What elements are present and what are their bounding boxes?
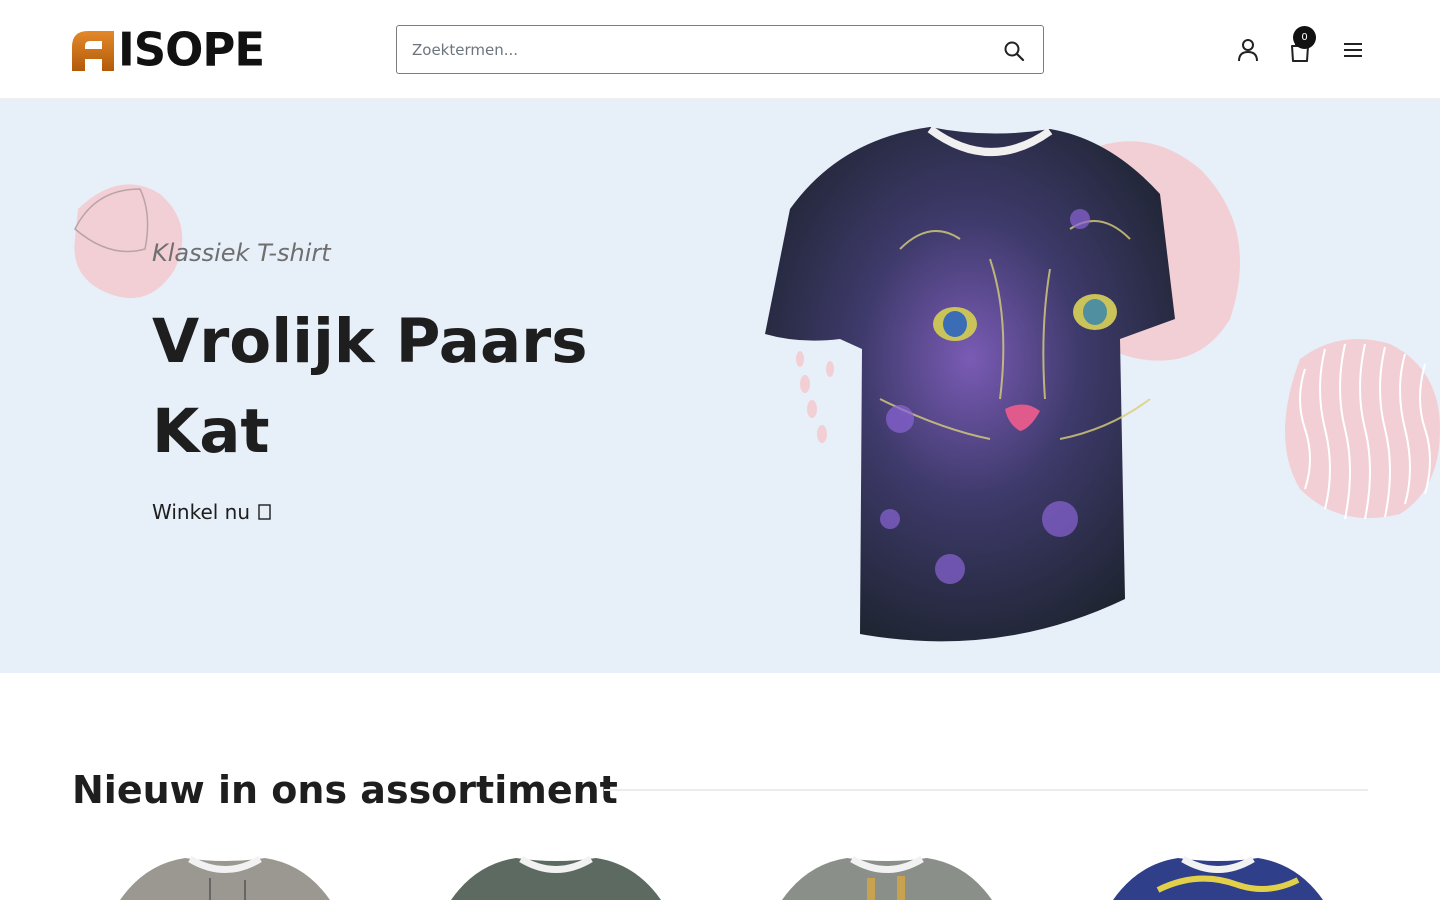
product-image (451, 855, 661, 900)
arrow-right-icon (258, 504, 271, 520)
menu-icon (1344, 43, 1362, 57)
product-card[interactable] (1098, 850, 1338, 900)
product-image (1113, 855, 1323, 900)
site-header: ISOPE 0 (0, 0, 1440, 99)
search-button[interactable] (1001, 38, 1027, 64)
section-title: Nieuw in ons assortiment (72, 768, 618, 812)
account-button[interactable] (1234, 36, 1262, 64)
logo-wordmark: ISOPE (118, 22, 265, 77)
search-icon (1004, 41, 1025, 62)
cart-count-badge: 0 (1293, 26, 1316, 49)
tshirt-shape (765, 127, 1175, 642)
brand-logo[interactable]: ISOPE (72, 22, 265, 77)
product-card[interactable] (767, 850, 1007, 900)
hero-subtitle: Klassiek T-shirt (152, 239, 331, 267)
product-card[interactable] (436, 850, 676, 900)
shop-now-link[interactable]: Winkel nu (152, 500, 272, 524)
product-card[interactable] (105, 850, 345, 900)
product-image (782, 855, 992, 900)
section-divider (604, 789, 1368, 791)
menu-button[interactable] (1339, 36, 1367, 64)
hero-title: Vrolijk Paars Kat (152, 306, 588, 467)
shop-now-label: Winkel nu (152, 500, 251, 524)
search-bar (396, 25, 1044, 74)
product-image (120, 855, 330, 900)
logo-mark-icon (72, 31, 114, 71)
user-icon (1238, 39, 1258, 62)
search-input[interactable] (398, 27, 958, 72)
hero-banner: Klassiek T-shirt Vrolijk Paars Kat Winke… (0, 99, 1440, 673)
